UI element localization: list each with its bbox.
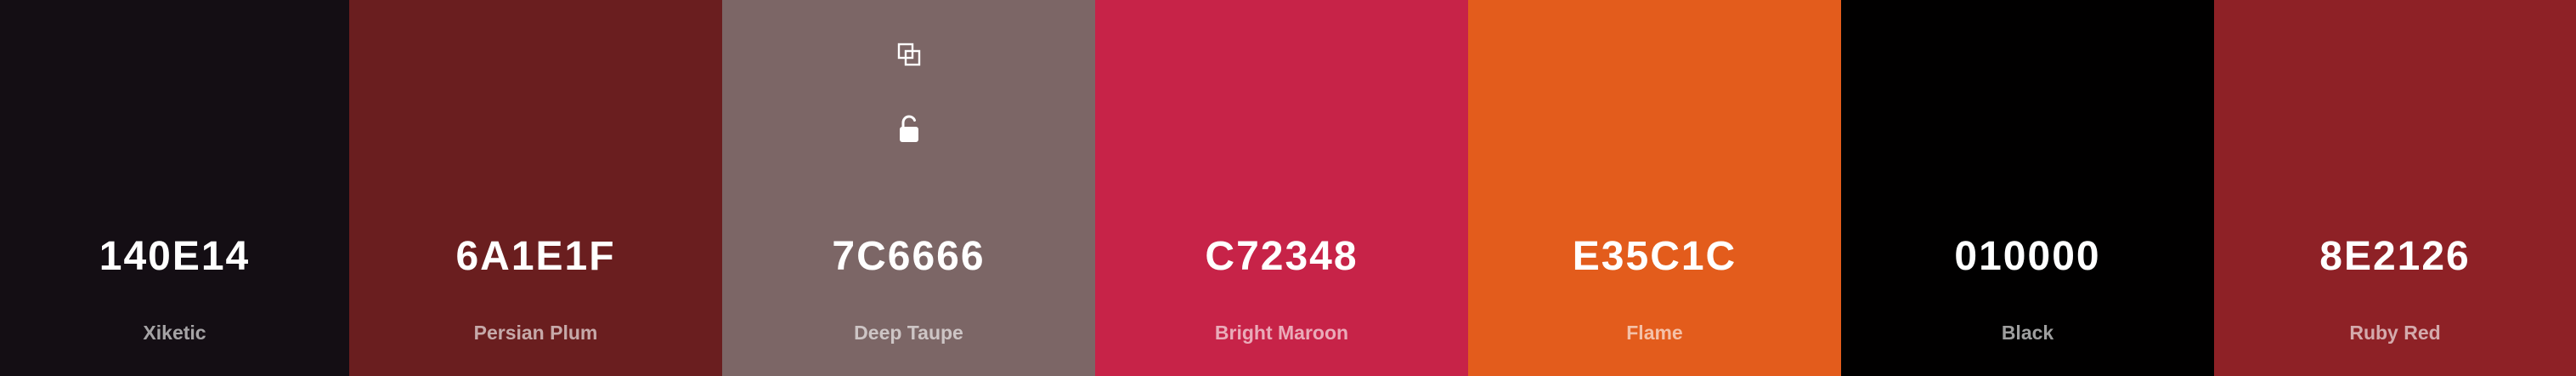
swatch-name[interactable]: Flame: [1468, 323, 1841, 343]
swatch-name[interactable]: Xiketic: [0, 323, 349, 343]
swatch-name[interactable]: Ruby Red: [2214, 323, 2576, 343]
swatch-name[interactable]: Bright Maroon: [1095, 323, 1468, 343]
swatch-deep-taupe[interactable]: 7C6666 Deep Taupe: [722, 0, 1095, 376]
swatch-flame[interactable]: E35C1C Flame: [1468, 0, 1841, 376]
swatch-black[interactable]: 010000 Black: [1841, 0, 2214, 376]
swatch-hex[interactable]: 8E2126: [2214, 236, 2576, 277]
color-palette: 140E14 Xiketic 6A1E1F Persian Plum 7C666…: [0, 0, 2576, 376]
swatch-xiketic[interactable]: 140E14 Xiketic: [0, 0, 349, 376]
swatch-name[interactable]: Persian Plum: [349, 323, 722, 343]
swatch-hex[interactable]: 140E14: [0, 236, 349, 277]
swatch-name[interactable]: Black: [1841, 323, 2214, 343]
copy-icon[interactable]: [894, 39, 924, 70]
swatch-bright-maroon[interactable]: C72348 Bright Maroon: [1095, 0, 1468, 376]
swatch-hex[interactable]: C72348: [1095, 236, 1468, 277]
swatch-name[interactable]: Deep Taupe: [722, 323, 1095, 343]
swatch-hex[interactable]: E35C1C: [1468, 236, 1841, 277]
swatch-ruby-red[interactable]: 8E2126 Ruby Red: [2214, 0, 2576, 376]
swatch-hex[interactable]: 6A1E1F: [349, 236, 722, 277]
swatch-hex[interactable]: 7C6666: [722, 236, 1095, 277]
swatch-persian-plum[interactable]: 6A1E1F Persian Plum: [349, 0, 722, 376]
unlock-icon[interactable]: [894, 114, 924, 145]
swatch-hex[interactable]: 010000: [1841, 236, 2214, 277]
